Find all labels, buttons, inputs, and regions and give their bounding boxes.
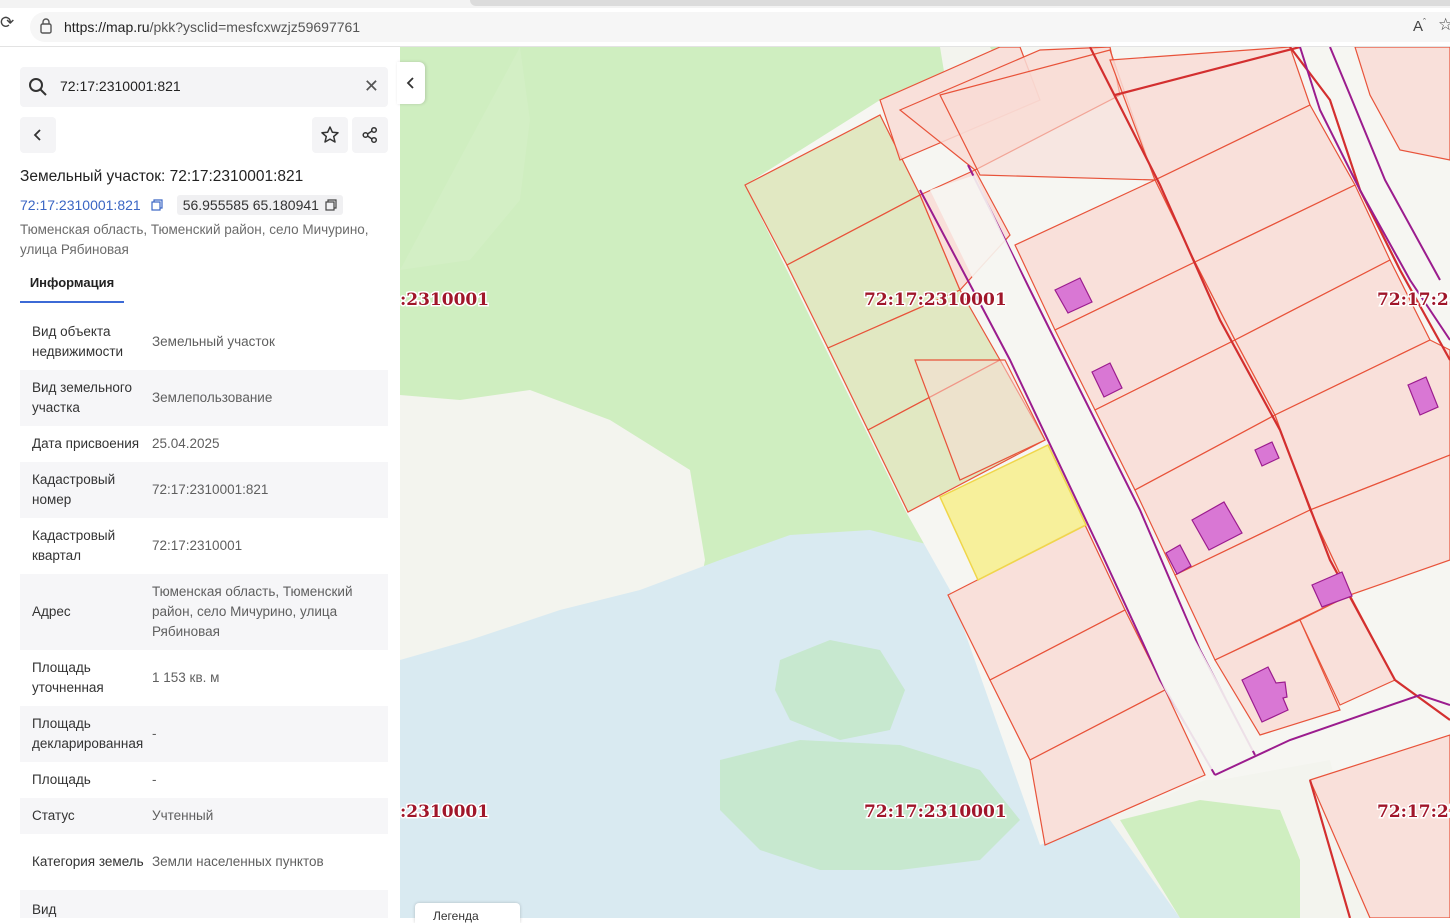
favorite-icon[interactable]: ☆: [1438, 15, 1450, 35]
row-value: 1 153 кв. м: [152, 670, 220, 685]
tab-information[interactable]: Информация: [20, 273, 124, 303]
row-value: 72:17:2310001:821: [152, 482, 269, 497]
coordinates-chip[interactable]: 56.955585 65.180941: [176, 195, 343, 215]
map-canvas[interactable]: :2310001 72:17:2310001 72:17:23 :2310001…: [400, 47, 1450, 918]
search-box[interactable]: 72:17:2310001:821 ✕: [20, 67, 388, 107]
legend-label: Легенда: [433, 909, 479, 923]
row-value: -: [152, 726, 157, 741]
lock-icon[interactable]: [38, 17, 54, 35]
row-key: Кадастровый номер: [32, 472, 116, 507]
identifier-line: 72:17:2310001:821 56.955585 65.180941: [20, 193, 343, 217]
chevron-left-icon: [33, 129, 41, 141]
back-button[interactable]: [20, 117, 56, 153]
table-row: Кадастровый квартал 72:17:2310001: [20, 518, 388, 574]
quarter-label: 72:17:23: [1377, 290, 1450, 310]
legend-button[interactable]: Легенда: [415, 903, 520, 923]
quarter-label: 72:17:2310001: [864, 802, 1007, 822]
table-row: Площадь -: [20, 762, 388, 798]
copy-icon[interactable]: [325, 199, 337, 211]
row-value: Землепользование: [152, 390, 273, 405]
tab-strip: [0, 0, 1450, 8]
reload-icon[interactable]: ⟳: [0, 14, 18, 32]
row-value: -: [152, 772, 157, 787]
row-key: Площадь: [32, 772, 91, 787]
cadastral-map[interactable]: :2310001 72:17:2310001 72:17:23 :2310001…: [400, 47, 1450, 918]
address-text: Тюменская область, Тюменский район, село…: [20, 222, 369, 257]
row-value: Тюменская область, Тюменский район, село…: [152, 584, 353, 639]
table-row: Категория земель Земли населенных пунктов: [20, 834, 388, 890]
table-row: Вид объекта недвижимости Земельный участо…: [20, 314, 388, 370]
quarter-label: 72:17:2310001: [864, 290, 1007, 310]
read-aloud-icon[interactable]: Aˆ: [1413, 17, 1426, 35]
table-row: Адрес Тюменская область, Тюменский район,…: [20, 574, 388, 650]
row-key: Вид земельного участка: [32, 380, 133, 415]
close-icon[interactable]: ✕: [364, 76, 379, 97]
row-key: Кадастровый квартал: [32, 528, 116, 563]
row-key: Площадь уточненная: [32, 660, 104, 695]
row-key: Категория земель: [32, 854, 144, 869]
table-row: Вид земельного участка Землепользование: [20, 370, 388, 426]
chevron-left-icon: [406, 77, 414, 89]
table-row: Площадь декларированная -: [20, 706, 388, 762]
url-text[interactable]: https://map.ru/pkk?ysclid=mesfcxwzjz5969…: [64, 19, 360, 35]
share-button[interactable]: [352, 117, 388, 153]
row-key: Вид объекта недвижимости: [32, 324, 124, 359]
row-key: Площадь декларированная: [32, 716, 144, 751]
cadastral-number-link[interactable]: 72:17:2310001:821: [20, 197, 141, 213]
favorite-button[interactable]: [312, 117, 348, 153]
table-row: Статус Учтенный: [20, 798, 388, 834]
row-value: Учтенный: [152, 808, 214, 823]
row-key: Вид: [32, 902, 57, 917]
page-title: Земельный участок: 72:17:2310001:821: [20, 168, 304, 185]
browser-toolbar: ⟳ https://map.ru/pkk?ysclid=mesfcxwzjz59…: [0, 0, 1450, 47]
search-icon: [29, 78, 47, 96]
row-value: 72:17:2310001: [152, 538, 243, 553]
row-value: Земли населенных пунктов: [152, 854, 324, 869]
row-key: Дата присвоения: [32, 436, 140, 451]
quarter-label: 72:17:23: [1377, 802, 1450, 822]
table-row: Дата присвоения 25.04.2025: [20, 426, 388, 462]
url-host: https://map.ru: [64, 19, 150, 35]
quarter-label: :2310001: [400, 290, 489, 310]
info-panel: 72:17:2310001:821 ✕ Земельный участок: 7…: [0, 47, 400, 918]
table-row: Площадь уточненная 1 153 кв. м: [20, 650, 388, 706]
attributes-table: Вид объекта недвижимости Земельный участо…: [20, 314, 388, 918]
share-icon: [362, 126, 378, 144]
quarter-label: :2310001: [400, 802, 489, 822]
table-row: Вид: [20, 890, 388, 918]
table-row: Кадастровый номер 72:17:2310001:821: [20, 462, 388, 518]
row-key: Статус: [32, 808, 75, 823]
star-icon: [321, 126, 339, 143]
search-input[interactable]: 72:17:2310001:821: [60, 78, 181, 94]
tab-shadow: [470, 0, 1450, 6]
coordinates-text: 56.955585 65.180941: [182, 197, 319, 213]
row-key: Адрес: [32, 604, 71, 619]
row-value: 25.04.2025: [152, 436, 220, 451]
row-value: Земельный участок: [152, 334, 275, 349]
copy-icon[interactable]: [151, 199, 163, 211]
url-path: /pkk?ysclid=mesfcxwzjz59697761: [149, 19, 361, 35]
collapse-panel-button[interactable]: [397, 62, 425, 104]
